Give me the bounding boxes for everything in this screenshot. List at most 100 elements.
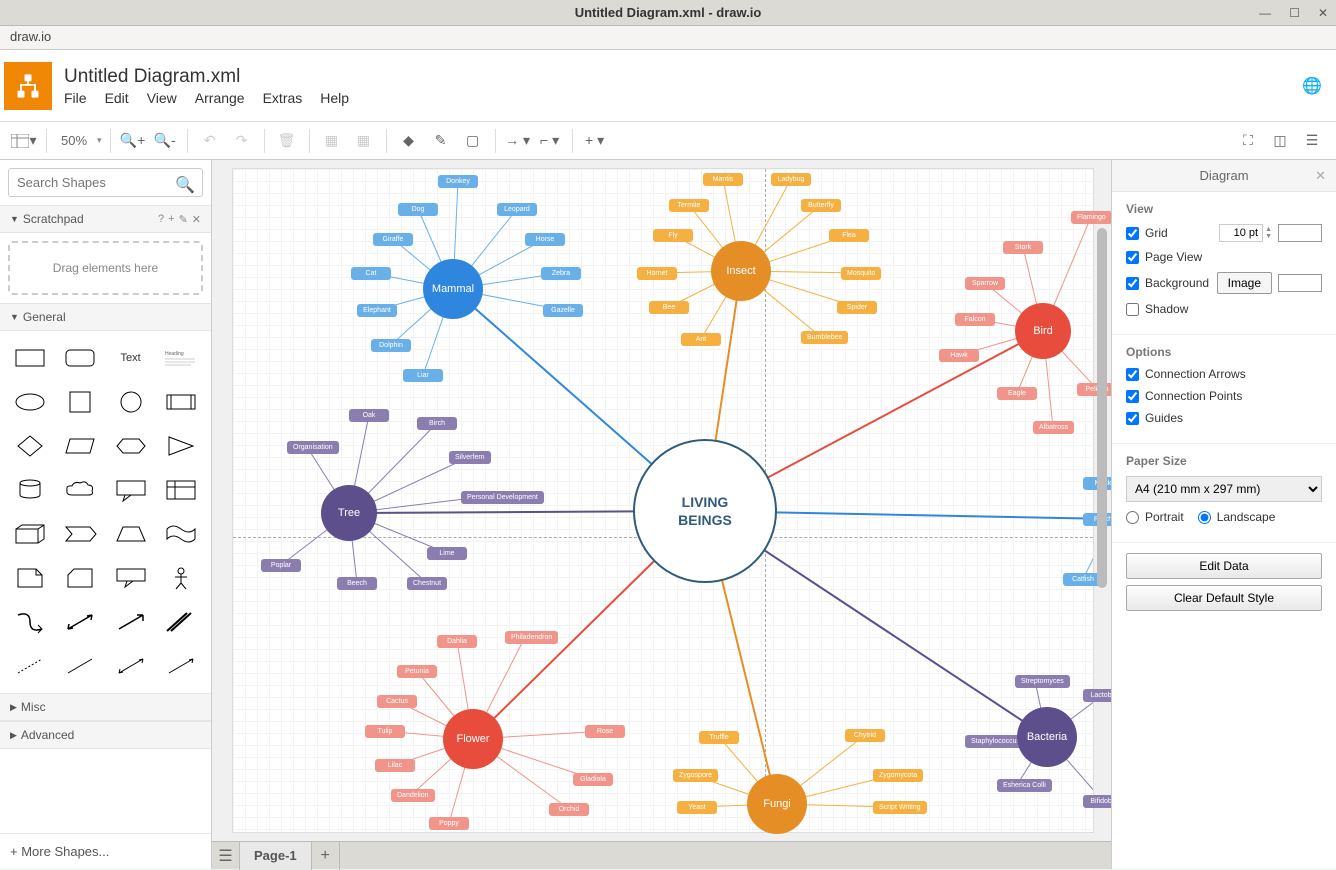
leaf-node[interactable]: Zebra [541, 267, 581, 280]
leaf-node[interactable]: Hornet [637, 267, 677, 280]
redo-button[interactable]: ↷ [228, 127, 256, 155]
page-tab-1[interactable]: Page-1 [240, 842, 312, 870]
zoom-out-button[interactable]: 🔍- [151, 127, 179, 155]
leaf-node[interactable]: Petunia [397, 665, 437, 678]
search-icon[interactable]: 🔍 [175, 175, 195, 195]
shape-card[interactable] [58, 559, 102, 597]
leaf-node[interactable]: Dolphin [371, 339, 411, 352]
menu-view[interactable]: View [147, 90, 177, 106]
undo-button[interactable]: ↶ [196, 127, 224, 155]
hub-node-mammal[interactable]: Mammal [423, 259, 483, 319]
hub-node-bacteria[interactable]: Bacteria [1017, 707, 1077, 767]
connection-button[interactable]: → ▾ [504, 127, 532, 155]
leaf-node[interactable]: Bumblebee [801, 331, 848, 344]
language-icon[interactable]: 🌐 [1302, 76, 1322, 96]
shape-heading[interactable]: Heading [159, 339, 203, 377]
leaf-node[interactable]: Tulip [365, 725, 405, 738]
shape-rect[interactable] [8, 339, 52, 377]
close-button[interactable]: ✕ [1318, 6, 1328, 20]
fill-button[interactable]: ◆ [395, 127, 423, 155]
delete-button[interactable]: 🗑 [273, 127, 301, 155]
leaf-node[interactable]: Cactus [377, 695, 417, 708]
shape-hexagon[interactable] [109, 427, 153, 465]
menu-arrange[interactable]: Arrange [195, 90, 245, 106]
waypoint-button[interactable]: ⌐ ▾ [536, 127, 564, 155]
scratchpad-add-icon[interactable]: + [168, 213, 174, 226]
grid-color-swatch[interactable] [1278, 224, 1322, 242]
collapse-icon[interactable]: ☰ [1298, 127, 1326, 155]
leaf-node[interactable]: Lime [427, 547, 467, 560]
misc-header[interactable]: ▶Misc [0, 693, 211, 721]
leaf-node[interactable]: Eagle [997, 387, 1037, 400]
shape-parallel[interactable] [58, 427, 102, 465]
vertical-scrollbar[interactable] [1095, 168, 1109, 833]
leaf-node[interactable]: Rose [585, 725, 625, 738]
center-node[interactable]: LIVINGBEINGS [633, 439, 777, 583]
scratchpad-header[interactable]: ▼Scratchpad ?+✎✕ [0, 205, 211, 233]
search-shapes-input[interactable] [8, 168, 203, 197]
leaf-node[interactable]: Gladiola [573, 773, 613, 786]
shape-ellipse[interactable] [8, 383, 52, 421]
shape-dashed[interactable] [8, 647, 52, 685]
leaf-node[interactable]: Truffle [699, 731, 739, 744]
format-icon[interactable]: ◫ [1266, 127, 1294, 155]
leaf-node[interactable]: Zygomycota [873, 769, 923, 782]
more-shapes-button[interactable]: + More Shapes... [0, 833, 211, 869]
leaf-node[interactable]: Philadendron [505, 631, 558, 644]
leaf-node[interactable]: Donkey [438, 175, 478, 188]
shape-rounded[interactable] [58, 339, 102, 377]
leaf-node[interactable]: Cat [351, 267, 391, 280]
shape-circle[interactable] [109, 383, 153, 421]
leaf-node[interactable]: Sparrow [965, 277, 1005, 290]
leaf-node[interactable]: Giraffe [373, 233, 413, 246]
leaf-node[interactable]: Mosquito [841, 267, 881, 280]
leaf-node[interactable]: Mantis [703, 173, 743, 186]
leaf-node[interactable]: Spider [837, 301, 877, 314]
menu-edit[interactable]: Edit [105, 90, 129, 106]
hub-node-insect[interactable]: Insect [711, 241, 771, 301]
shape-arrow[interactable] [109, 603, 153, 641]
conn-points-checkbox[interactable] [1126, 390, 1139, 403]
leaf-node[interactable]: Elephant [357, 304, 397, 317]
close-panel-icon[interactable]: ✕ [1315, 168, 1326, 184]
shape-text[interactable]: Text [109, 339, 153, 377]
hub-node-tree[interactable]: Tree [321, 485, 377, 541]
menu-file[interactable]: File [64, 90, 87, 106]
pageview-checkbox[interactable] [1126, 251, 1139, 264]
leaf-node[interactable]: Liar [403, 369, 443, 382]
shadow-button[interactable]: ▢ [459, 127, 487, 155]
shape-triangle[interactable] [159, 427, 203, 465]
shape-arrow2[interactable] [159, 647, 203, 685]
leaf-node[interactable]: Poplar [261, 559, 301, 572]
leaf-node[interactable]: Lilac [375, 759, 415, 772]
shape-biarrow[interactable] [58, 603, 102, 641]
shape-callout[interactable] [109, 471, 153, 509]
shape-line[interactable] [58, 647, 102, 685]
hub-node-bird[interactable]: Bird [1015, 303, 1071, 359]
shape-square[interactable] [58, 383, 102, 421]
leaf-node[interactable]: Script Writing [873, 801, 927, 814]
leaf-node[interactable]: Silverfern [449, 451, 491, 464]
shape-note[interactable] [8, 559, 52, 597]
landscape-radio[interactable] [1198, 511, 1211, 524]
general-header[interactable]: ▼General [0, 303, 211, 331]
shape-slash[interactable] [159, 603, 203, 641]
front-button[interactable]: ▦ [318, 127, 346, 155]
leaf-node[interactable]: Ant [681, 333, 721, 346]
shape-trapezoid[interactable] [109, 515, 153, 553]
leaf-node[interactable]: Dog [398, 203, 438, 216]
add-page-button[interactable]: + [312, 842, 340, 870]
view-mode-button[interactable]: ▾ [10, 127, 38, 155]
leaf-node[interactable]: Oak [349, 409, 389, 422]
leaf-node[interactable]: Orchid [549, 803, 589, 816]
zoom-level[interactable]: 50% [55, 133, 93, 148]
hub-node-fungi[interactable]: Fungi [747, 774, 807, 834]
leaf-node[interactable]: Personal Development [461, 491, 544, 504]
leaf-node[interactable]: Beech [337, 577, 377, 590]
leaf-node[interactable]: Esherica Colli [997, 779, 1052, 792]
leaf-node[interactable]: Dandelion [391, 789, 435, 802]
leaf-node[interactable]: Dahlia [437, 635, 477, 648]
leaf-node[interactable]: Fly [653, 229, 693, 242]
shape-process[interactable] [159, 383, 203, 421]
image-button[interactable]: Image [1217, 272, 1272, 294]
